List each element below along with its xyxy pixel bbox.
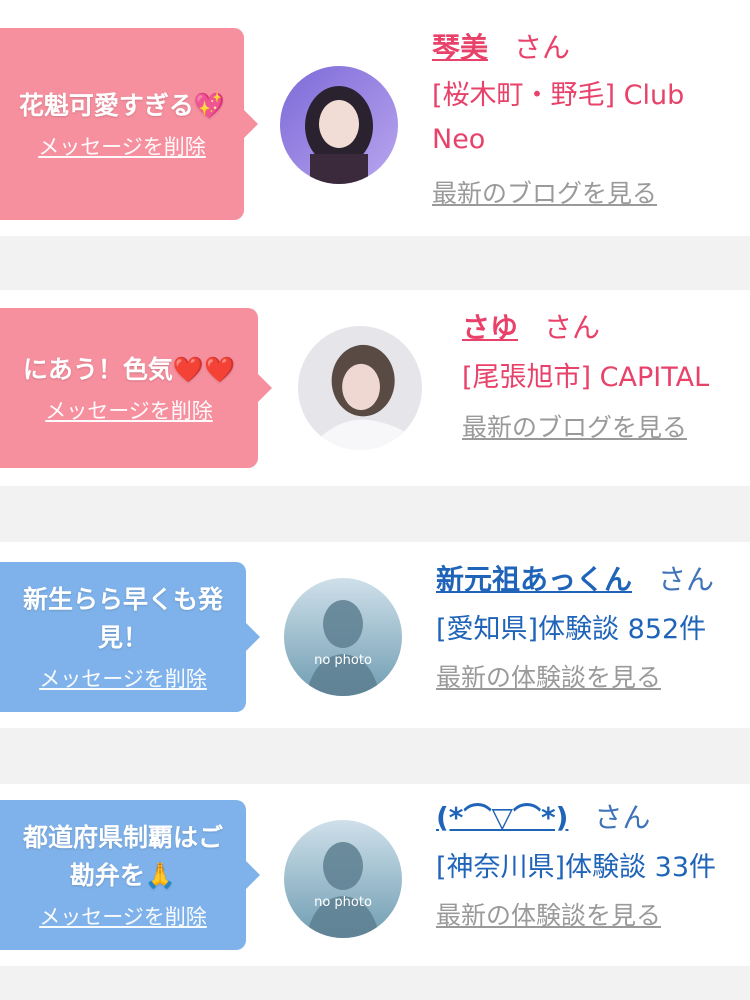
delete-message-link[interactable]: メッセージを削除 <box>38 131 206 161</box>
location-text: [桜木町・野毛] Club Neo <box>432 80 685 155</box>
message-card: にあう！色気❤️❤️ メッセージを削除 さゆ さん [尾張旭市] CAPITAL … <box>0 290 750 486</box>
latest-blog-link[interactable]: 最新のブログを見る <box>462 408 750 444</box>
message-text: 花魁可愛すぎる💖 <box>18 91 226 120</box>
latest-blog-link[interactable]: 最新のブログを見る <box>432 174 732 210</box>
profile-info: (*⌒▽⌒*) さん [神奈川県]体験談 33件 最新の体験談を見る <box>436 798 736 932</box>
profile-photo-icon <box>280 66 398 184</box>
delete-message-link[interactable]: メッセージを削除 <box>45 395 213 425</box>
honorific: さん <box>514 31 571 64</box>
location-text: [愛知県]体験談 852件 <box>436 614 707 645</box>
avatar[interactable]: no photo <box>284 820 402 938</box>
section-divider <box>0 728 750 784</box>
latest-review-link[interactable]: 最新の体験談を見る <box>436 658 736 694</box>
location-text: [神奈川県]体験談 33件 <box>436 852 717 883</box>
avatar[interactable] <box>280 66 398 184</box>
message-bubble: 都道府県制覇はご勘弁を🙏 メッセージを削除 <box>0 800 260 950</box>
delete-message-link[interactable]: メッセージを削除 <box>39 663 207 693</box>
message-bubble: にあう！色気❤️❤️ メッセージを削除 <box>0 308 272 468</box>
profile-photo-icon <box>298 326 422 450</box>
message-text: 新生らら早くも発見！ <box>22 585 223 652</box>
delete-message-link[interactable]: メッセージを削除 <box>39 901 207 931</box>
profile-info: さゆ さん [尾張旭市] CAPITAL 最新のブログを見る <box>462 308 750 444</box>
section-divider <box>0 966 750 1000</box>
honorific: さん <box>544 311 601 344</box>
profile-info: 琴美 さん [桜木町・野毛] Club Neo 最新のブログを見る <box>432 28 732 210</box>
message-text: 都道府県制覇はご勘弁を🙏 <box>22 823 223 890</box>
profile-name-link[interactable]: (*⌒▽⌒*) <box>436 801 568 834</box>
section-divider <box>0 236 750 290</box>
profile-name-link[interactable]: 琴美 <box>432 31 488 64</box>
section-divider <box>0 486 750 542</box>
message-bubble: 新生らら早くも発見！ メッセージを削除 <box>0 562 260 712</box>
message-text: にあう！色気❤️❤️ <box>22 355 236 384</box>
avatar[interactable]: no photo <box>284 578 402 696</box>
no-photo-caption: no photo <box>314 895 372 910</box>
profile-info: 新元祖あっくん さん [愛知県]体験談 852件 最新の体験談を見る <box>436 560 736 694</box>
message-card: 都道府県制覇はご勘弁を🙏 メッセージを削除 no photo (*⌒▽⌒*) さん… <box>0 784 750 966</box>
no-photo-icon: no photo <box>284 578 402 696</box>
latest-review-link[interactable]: 最新の体験談を見る <box>436 896 736 932</box>
honorific: さん <box>594 801 651 834</box>
message-card: 新生らら早くも発見！ メッセージを削除 no photo 新元祖あっくん さん [… <box>0 542 750 728</box>
no-photo-caption: no photo <box>314 653 372 668</box>
profile-name-link[interactable]: 新元祖あっくん <box>436 563 632 596</box>
message-card: 花魁可愛すぎる💖 メッセージを削除 琴美 さん [桜木町・野毛] Club Neo… <box>0 0 750 236</box>
honorific: さん <box>658 563 715 596</box>
no-photo-icon: no photo <box>284 820 402 938</box>
message-bubble: 花魁可愛すぎる💖 メッセージを削除 <box>0 28 258 220</box>
profile-name-link[interactable]: さゆ <box>462 311 518 344</box>
location-text: [尾張旭市] CAPITAL <box>462 362 710 393</box>
avatar[interactable] <box>298 326 422 450</box>
